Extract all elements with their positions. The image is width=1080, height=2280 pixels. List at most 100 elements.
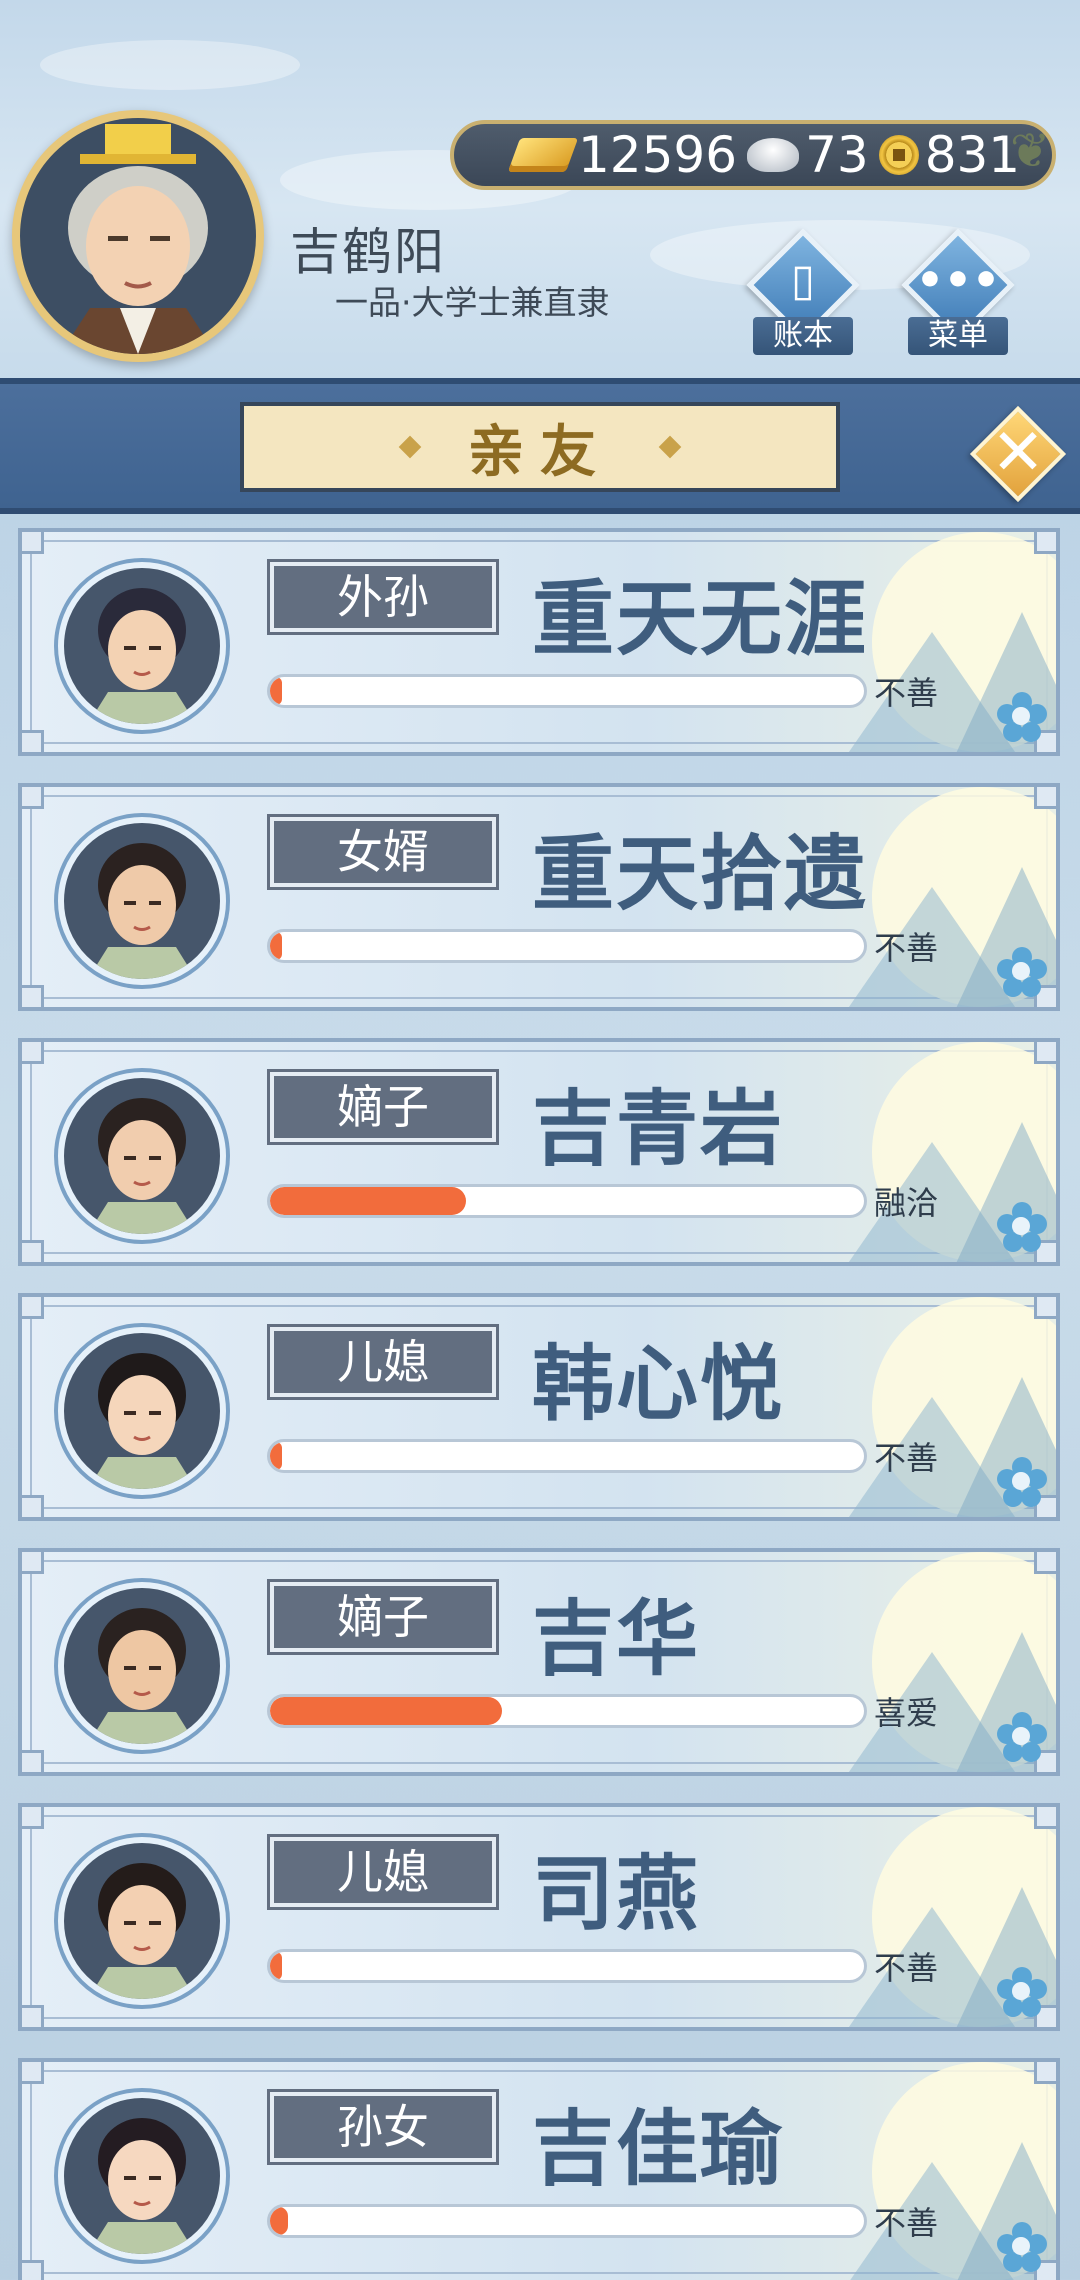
flower-icon [997, 1712, 1047, 1762]
favor-bar [267, 929, 867, 963]
favor-bar [267, 2204, 867, 2238]
ledger-button[interactable]: ▯ 账本 [746, 228, 860, 355]
panel-title-plaque: 亲友 [240, 402, 840, 492]
card-corner-ornament [1034, 532, 1056, 554]
flower-icon [997, 1457, 1047, 1507]
card-corner-ornament [22, 2260, 44, 2280]
favor-bar [267, 674, 867, 708]
relative-card[interactable]: 外孙 重天无涯 不善 [18, 528, 1060, 756]
silver-amount: 73 [805, 126, 869, 184]
close-button[interactable]: ✕ [969, 405, 1067, 503]
mood-label: 不善 [874, 674, 939, 712]
relation-tag: 女婿 [267, 814, 499, 890]
favor-bar [267, 1694, 867, 1728]
flower-icon [997, 2222, 1047, 2272]
card-corner-ornament [22, 532, 44, 554]
plaque-left-ornament [398, 435, 422, 459]
silver-ingot-icon [747, 138, 800, 172]
relative-portrait[interactable] [58, 1582, 226, 1750]
card-corner-ornament [1034, 2062, 1056, 2084]
favor-bar-fill [270, 677, 282, 705]
player-avatar[interactable] [12, 110, 264, 362]
card-corner-ornament [22, 1807, 44, 1829]
gold-amount: 12596 [578, 126, 738, 184]
card-corner-ornament [22, 2062, 44, 2084]
flower-icon [997, 947, 1047, 997]
currency-bar: 12596 73 831 [450, 120, 1056, 190]
relative-portrait[interactable] [58, 1072, 226, 1240]
flower-icon [997, 1202, 1047, 1252]
relation-tag: 嫡子 [267, 1069, 499, 1145]
relative-portrait[interactable] [58, 562, 226, 730]
relative-card[interactable]: 女婿 重天拾遗 不善 [18, 783, 1060, 1011]
panel-title-bar: 亲友 ✕ [0, 378, 1080, 514]
favor-bar-fill [270, 932, 282, 960]
card-corner-ornament [22, 985, 44, 1007]
favor-bar-fill [270, 1697, 502, 1725]
mood-label: 喜爱 [874, 1694, 939, 1732]
card-corner-ornament [1034, 1297, 1056, 1319]
card-corner-ornament [22, 787, 44, 809]
player-title: 一品·大学士兼直隶 [335, 283, 610, 322]
relative-portrait[interactable] [58, 1837, 226, 2005]
favor-bar-fill [270, 2207, 288, 2235]
favor-bar-fill [270, 1952, 282, 1980]
favor-bar-fill [270, 1442, 282, 1470]
mood-label: 不善 [874, 1949, 939, 1987]
bamboo-right-icon: ❦ [1010, 123, 1051, 179]
relative-portrait[interactable] [58, 1327, 226, 1495]
relative-card[interactable]: 嫡子 吉青岩 融洽 [18, 1038, 1060, 1266]
favor-bar [267, 1184, 867, 1218]
relative-card[interactable]: 儿媳 司燕 不善 [18, 1803, 1060, 2031]
gold-ingot-icon [507, 138, 579, 172]
card-corner-ornament [22, 1552, 44, 1574]
player-name: 吉鹤阳 [290, 223, 446, 281]
mood-label: 融洽 [874, 1184, 939, 1222]
coin-amount: 831 [924, 126, 1021, 184]
menu-button[interactable]: ••• 菜单 [901, 228, 1015, 355]
top-header: 吉鹤阳 一品·大学士兼直隶 ❦ 12596 73 831 ❦ ▯ 账本 ••• … [0, 0, 1080, 378]
plaque-right-ornament [658, 435, 682, 459]
ledger-label: 账本 [753, 317, 853, 355]
close-icon: ✕ [991, 416, 1045, 490]
relative-name: 司燕 [532, 1847, 701, 1942]
more-dots-icon: ••• [915, 255, 1001, 306]
relative-name: 吉华 [532, 1592, 701, 1687]
relation-tag: 儿媳 [267, 1834, 499, 1910]
relation-tag: 孙女 [267, 2089, 499, 2165]
relative-portrait[interactable] [58, 817, 226, 985]
card-corner-ornament [22, 2005, 44, 2027]
card-corner-ornament [1034, 787, 1056, 809]
relative-card[interactable]: 孙女 吉佳瑜 不善 [18, 2058, 1060, 2280]
relative-name: 吉青岩 [532, 1082, 785, 1177]
mood-label: 不善 [874, 929, 939, 967]
favor-bar [267, 1439, 867, 1473]
menu-label: 菜单 [908, 317, 1008, 355]
silver-currency: 73 [747, 126, 869, 184]
favor-bar [267, 1949, 867, 1983]
panel-title: 亲友 [468, 419, 612, 485]
relative-card[interactable]: 嫡子 吉华 喜爱 [18, 1548, 1060, 1776]
mood-label: 不善 [874, 2204, 939, 2242]
card-corner-ornament [1034, 1807, 1056, 1829]
relation-tag: 儿媳 [267, 1324, 499, 1400]
card-corner-ornament [22, 730, 44, 752]
relative-portrait[interactable] [58, 2092, 226, 2260]
relative-name: 吉佳瑜 [532, 2102, 785, 2197]
relative-name: 重天无涯 [532, 572, 869, 667]
card-corner-ornament [1034, 1552, 1056, 1574]
flower-icon [997, 692, 1047, 742]
gold-currency: 12596 [507, 126, 738, 184]
relative-name: 韩心悦 [532, 1337, 785, 1432]
favor-bar-fill [270, 1187, 467, 1215]
relative-name: 重天拾遗 [532, 827, 869, 922]
card-corner-ornament [22, 1240, 44, 1262]
card-corner-ornament [22, 1750, 44, 1772]
card-corner-ornament [22, 1297, 44, 1319]
ledger-book-icon: ▯ [790, 255, 816, 306]
flower-icon [997, 1967, 1047, 2017]
card-corner-ornament [22, 1042, 44, 1064]
relative-card[interactable]: 儿媳 韩心悦 不善 [18, 1293, 1060, 1521]
coin-currency: 831 [878, 126, 1021, 184]
mood-label: 不善 [874, 1439, 939, 1477]
